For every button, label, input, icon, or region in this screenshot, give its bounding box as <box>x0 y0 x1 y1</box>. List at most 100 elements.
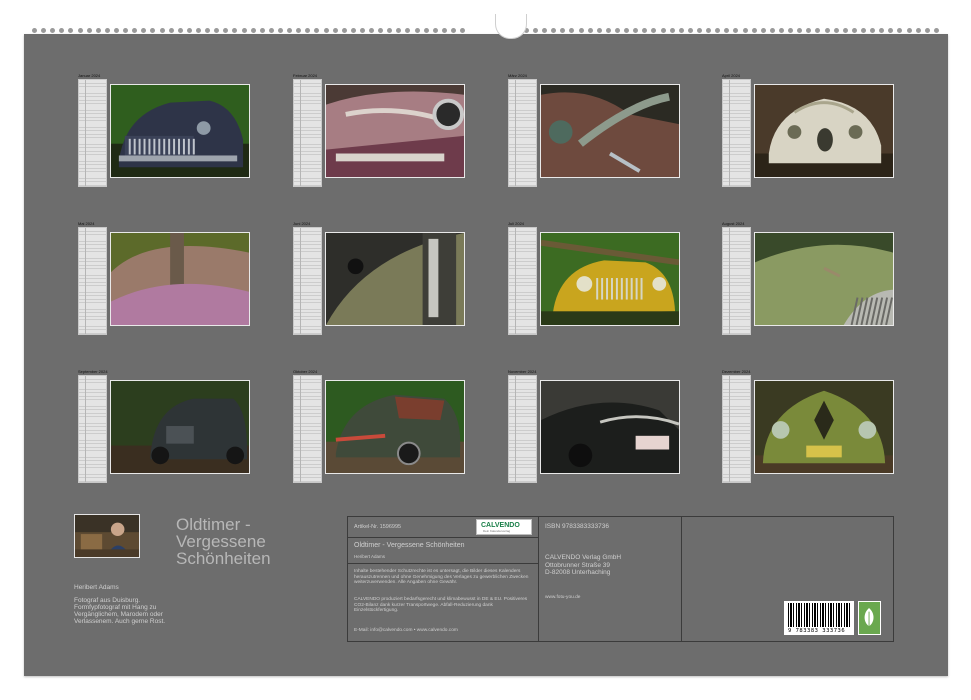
month-block: Januar 2024 <box>78 73 278 192</box>
binding-hole <box>460 28 466 33</box>
publisher-city: D-82008 Unterhaching <box>545 569 611 576</box>
eco-label-icon <box>858 601 881 635</box>
binding-hole <box>214 28 220 33</box>
month-photo <box>754 232 894 326</box>
month-photo <box>754 84 894 178</box>
product-author: Heribert Adams <box>354 554 386 559</box>
binding-hole <box>369 28 375 33</box>
date-grid <box>508 227 537 335</box>
binding-hole <box>815 28 821 33</box>
binding-hole <box>669 28 675 33</box>
month-block: Juni 2024 <box>293 221 493 340</box>
month-label: April 2024 <box>722 73 741 78</box>
month-photo <box>540 84 680 178</box>
binding-hole <box>287 28 293 33</box>
binding-hole <box>633 28 639 33</box>
rights-notice: Inhalte bestehender Schutzrechte ist es … <box>354 569 529 586</box>
binding-hole <box>933 28 939 33</box>
month-block: März 2024 <box>508 73 708 192</box>
isbn: ISBN 9783383333736 <box>545 523 609 530</box>
binding-hole <box>533 28 539 33</box>
month-photo <box>540 380 680 474</box>
month-label: September 2024 <box>78 369 108 374</box>
binding-hole <box>277 28 283 33</box>
date-grid <box>293 227 322 335</box>
binding-hole <box>733 28 739 33</box>
date-grid <box>722 79 751 187</box>
logo-text: CALVENDO <box>481 522 520 529</box>
binding-hole <box>332 28 338 33</box>
month-photo <box>110 84 250 178</box>
binding-hole <box>41 28 47 33</box>
binding-holes <box>24 28 948 33</box>
date-grid <box>78 375 107 483</box>
binding-hole <box>350 28 356 33</box>
calvendo-logo: CALVENDO Dein Kalenderverlag <box>476 519 532 535</box>
month-block: September 2024 <box>78 369 278 488</box>
product-column: Artikel-Nr. 1596995 CALVENDO Dein Kalend… <box>348 517 539 641</box>
binding-hole <box>68 28 74 33</box>
artist-portrait <box>74 514 140 558</box>
binding-hole <box>642 28 648 33</box>
month-photo <box>325 380 465 474</box>
binding-hole <box>177 28 183 33</box>
date-grid <box>293 375 322 483</box>
logo-subtext: Dein Kalenderverlag <box>483 529 511 533</box>
date-grid <box>508 79 537 187</box>
binding-hole <box>542 28 548 33</box>
binding-hole <box>50 28 56 33</box>
binding-hole <box>596 28 602 33</box>
production-notice: CALVENDO produziert bedarfsgerecht und k… <box>354 597 528 614</box>
binding-hole <box>195 28 201 33</box>
binding-hole <box>296 28 302 33</box>
month-photo <box>540 232 680 326</box>
binding-hole <box>551 28 557 33</box>
binding-hole <box>860 28 866 33</box>
date-grid <box>722 375 751 483</box>
binding-hole <box>305 28 311 33</box>
artist-info: Heribert Adams Fotograf aus Duisburg. Fo… <box>74 584 184 625</box>
month-label: Januar 2024 <box>78 73 101 78</box>
binding-hole <box>432 28 438 33</box>
binding-hole <box>870 28 876 33</box>
barcode-bars <box>788 603 850 627</box>
binding-hole <box>168 28 174 33</box>
month-block: November 2024 <box>508 369 708 488</box>
binding-hole <box>396 28 402 33</box>
binding-hole <box>159 28 165 33</box>
binding-hole <box>788 28 794 33</box>
month-label: Februar 2024 <box>293 73 318 78</box>
month-label: Mai 2024 <box>78 221 95 226</box>
month-photo <box>110 380 250 474</box>
isbn-barcode: 9 783383 333736 <box>784 601 854 635</box>
artist-website: www.fotu-you.de <box>545 595 581 600</box>
contact-line: E-Mail: info@calvendo.com • www.calvendo… <box>354 628 458 633</box>
month-label: Oktober 2024 <box>293 369 318 374</box>
month-label: Juli 2024 <box>508 221 525 226</box>
date-grid <box>78 79 107 187</box>
barcode-number: 9 783383 333736 <box>788 628 846 634</box>
binding-hole <box>232 28 238 33</box>
date-grid <box>508 375 537 483</box>
binding-hole <box>742 28 748 33</box>
binding-hole <box>851 28 857 33</box>
binding-hole <box>769 28 775 33</box>
date-grid <box>78 227 107 335</box>
calendar-title: Oldtimer - Vergessene Schönheiten <box>176 516 271 567</box>
binding-hole <box>751 28 757 33</box>
binding-hole <box>241 28 247 33</box>
binding-hole <box>378 28 384 33</box>
binding-hole <box>113 28 119 33</box>
binding-hole <box>797 28 803 33</box>
binding-hole <box>706 28 712 33</box>
publisher-street: Ottobrunner Straße 39 <box>545 561 611 569</box>
month-block: Dezember 2024 <box>722 369 922 488</box>
title-line-2: Vergessene <box>176 532 266 551</box>
binding-hole <box>123 28 129 33</box>
title-line-3: Schönheiten <box>176 549 271 568</box>
binding-hole <box>359 28 365 33</box>
binding-hole <box>104 28 110 33</box>
binding-hole <box>259 28 265 33</box>
month-block: April 2024 <box>722 73 922 192</box>
month-photo <box>325 232 465 326</box>
